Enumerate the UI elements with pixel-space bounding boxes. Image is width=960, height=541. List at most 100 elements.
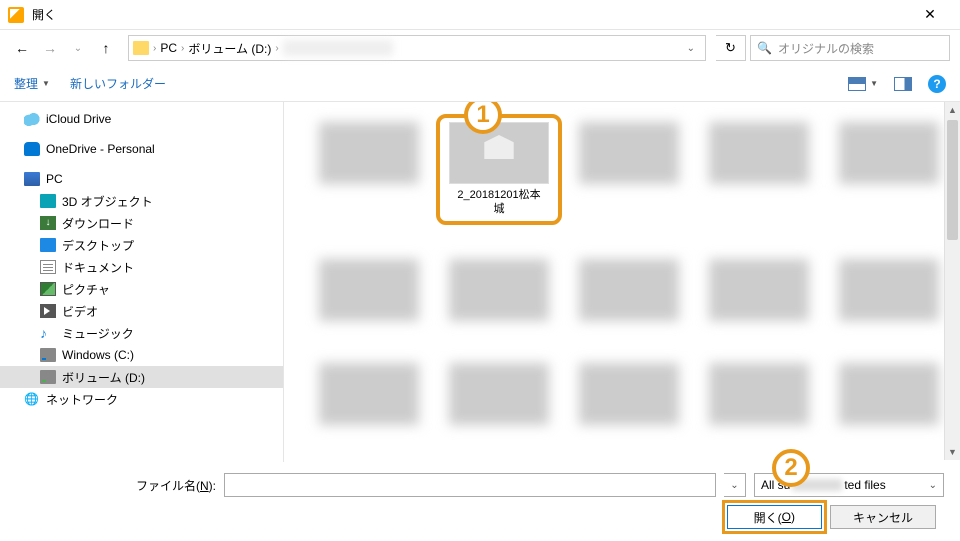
scroll-up-icon[interactable]: ▲ — [945, 102, 960, 118]
file-item[interactable] — [444, 363, 554, 425]
sidebar-item-label: PC — [46, 172, 63, 186]
file-thumbnail — [319, 363, 419, 425]
file-thumbnail — [709, 363, 809, 425]
file-item[interactable] — [834, 259, 944, 321]
crumb-pc[interactable]: PC — [160, 41, 177, 55]
chevron-right-icon: › — [181, 43, 184, 54]
breadcrumb[interactable]: › PC › ボリューム (D:) › ⌄ — [128, 35, 706, 61]
onedrive-icon — [24, 142, 40, 156]
folder-icon — [133, 41, 149, 55]
file-item[interactable] — [314, 122, 424, 217]
new-folder-button[interactable]: 新しいフォルダー — [70, 75, 166, 92]
chevron-right-icon: › — [275, 43, 278, 54]
file-item[interactable] — [314, 363, 424, 425]
sidebar-item[interactable]: 🌐 ネットワーク — [0, 388, 283, 410]
search-input[interactable]: 🔍 オリジナルの検索 — [750, 35, 950, 61]
file-item[interactable] — [574, 363, 684, 425]
file-thumbnail — [709, 122, 809, 184]
up-button[interactable]: ↑ — [94, 36, 118, 60]
sidebar-item[interactable]: Windows (C:) — [0, 344, 283, 366]
file-thumbnail — [319, 259, 419, 321]
sidebar-item[interactable]: ドキュメント — [0, 256, 283, 278]
file-thumbnail — [579, 122, 679, 184]
sidebar-item-label: ピクチャ — [62, 281, 110, 298]
file-item[interactable] — [834, 122, 944, 217]
filename-dropdown[interactable]: ⌄ — [724, 473, 746, 497]
sidebar-item-label: 3D オブジェクト — [62, 193, 153, 210]
scrollbar[interactable]: ▲ ▼ — [944, 102, 960, 460]
file-thumbnail — [449, 122, 549, 184]
file-item[interactable] — [444, 259, 554, 321]
desktop-icon — [40, 238, 56, 252]
sidebar-item-label: ネットワーク — [46, 391, 118, 408]
sidebar-item-label: ビデオ — [62, 303, 98, 320]
navbar: ← → ⌄ ↑ › PC › ボリューム (D:) › ⌄ ↻ 🔍 オリジナルの… — [0, 30, 960, 66]
file-thumbnail — [709, 259, 809, 321]
organize-menu[interactable]: 整理 ▼ — [14, 75, 50, 92]
file-grid[interactable]: 1 2_20181201松本城 — [284, 102, 960, 462]
file-thumbnail — [579, 259, 679, 321]
file-item[interactable] — [834, 363, 944, 425]
cloud-icon — [24, 112, 40, 126]
file-item[interactable] — [704, 363, 814, 425]
search-placeholder: オリジナルの検索 — [778, 40, 874, 57]
scroll-down-icon[interactable]: ▼ — [945, 444, 960, 460]
docs-icon — [40, 260, 56, 274]
sidebar-item-label: ダウンロード — [62, 215, 134, 232]
filename-label: ファイル名(N): — [136, 477, 216, 494]
preview-pane-button[interactable] — [894, 77, 912, 91]
sidebar-item-label: ボリューム (D:) — [62, 369, 145, 386]
filename-input[interactable] — [224, 473, 716, 497]
help-button[interactable]: ? — [928, 75, 946, 93]
sidebar-item[interactable]: OneDrive - Personal — [0, 138, 283, 160]
drive-icon — [40, 370, 56, 384]
cancel-button[interactable]: キャンセル — [830, 505, 936, 529]
forward-button[interactable]: → — [38, 36, 62, 60]
sidebar-item[interactable]: ボリューム (D:) — [0, 366, 283, 388]
sidebar-item[interactable]: PC — [0, 168, 283, 190]
sidebar-item-label: ミュージック — [62, 325, 134, 342]
file-item[interactable] — [704, 122, 814, 217]
crumb-volume-d[interactable]: ボリューム (D:) — [188, 40, 271, 57]
file-item[interactable] — [574, 259, 684, 321]
back-button[interactable]: ← — [10, 36, 34, 60]
sidebar-item[interactable]: デスクトップ — [0, 234, 283, 256]
sidebar-item-label: OneDrive - Personal — [46, 142, 155, 156]
file-item[interactable] — [314, 259, 424, 321]
video-icon — [40, 304, 56, 318]
sidebar-item[interactable]: ダウンロード — [0, 212, 283, 234]
network-icon: 🌐 — [24, 392, 40, 406]
chevron-down-icon: ▼ — [870, 79, 878, 88]
refresh-button[interactable]: ↻ — [716, 35, 746, 61]
sidebar-item[interactable]: 3D オブジェクト — [0, 190, 283, 212]
file-item[interactable] — [574, 122, 684, 217]
close-button[interactable]: ✕ — [908, 0, 952, 30]
crumb-redacted — [283, 40, 393, 56]
file-thumbnail — [449, 363, 549, 425]
open-button[interactable]: 開く(O) — [727, 505, 822, 529]
sidebar-item[interactable]: ビデオ — [0, 300, 283, 322]
drive-icon — [40, 348, 56, 362]
breadcrumb-dropdown[interactable]: ⌄ — [681, 43, 701, 54]
sidebar: iCloud Drive OneDrive - Personal PC 3D オブジェ… — [0, 102, 284, 462]
scroll-thumb[interactable] — [947, 120, 958, 240]
file-item[interactable] — [704, 259, 814, 321]
app-icon — [8, 7, 24, 23]
recent-dropdown[interactable]: ⌄ — [66, 36, 90, 60]
file-thumbnail — [579, 363, 679, 425]
sidebar-item-label: Windows (C:) — [62, 348, 134, 362]
view-menu[interactable]: ▼ — [848, 77, 878, 91]
titlebar: 開く ✕ — [0, 0, 960, 30]
callout-2: 2 — [772, 449, 810, 487]
sidebar-item[interactable]: ピクチャ — [0, 278, 283, 300]
sidebar-item[interactable]: iCloud Drive — [0, 108, 283, 130]
sidebar-item[interactable]: ♪ ミュージック — [0, 322, 283, 344]
music-icon: ♪ — [40, 326, 56, 340]
chevron-right-icon: › — [153, 43, 156, 54]
file-item[interactable]: 2_20181201松本城 — [444, 122, 554, 217]
sidebar-item-label: iCloud Drive — [46, 112, 111, 126]
file-thumbnail — [839, 122, 939, 184]
downloads-icon — [40, 216, 56, 230]
toolbar: 整理 ▼ 新しいフォルダー ▼ ? — [0, 66, 960, 102]
pics-icon — [40, 282, 56, 296]
